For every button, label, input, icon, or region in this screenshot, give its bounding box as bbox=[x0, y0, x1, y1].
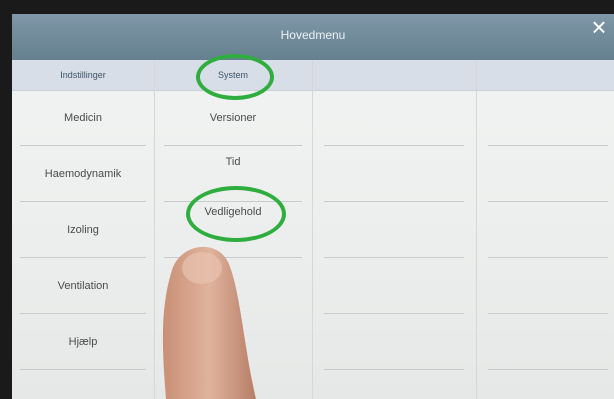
title-bar: Hovedmenu × bbox=[12, 14, 614, 60]
row-divider bbox=[324, 369, 464, 370]
row-divider bbox=[488, 257, 608, 258]
finger-pointer bbox=[162, 246, 256, 399]
menu-item-medicin[interactable]: Medicin bbox=[12, 90, 154, 146]
column-divider bbox=[476, 60, 477, 399]
column-header-settings: Indstillinger bbox=[60, 70, 106, 80]
menu-item-haemodynamik[interactable]: Haemodynamik bbox=[12, 146, 154, 202]
row-divider bbox=[324, 313, 464, 314]
column-divider bbox=[312, 60, 313, 399]
row-divider bbox=[324, 201, 464, 202]
menu-item-izoling[interactable]: Izoling bbox=[12, 202, 154, 258]
highlight-maintenance bbox=[186, 186, 286, 242]
touch-screen: Hovedmenu × Indstillinger System Medicin… bbox=[12, 14, 614, 399]
row-divider bbox=[488, 369, 608, 370]
window-title: Hovedmenu bbox=[280, 28, 346, 42]
row-divider bbox=[488, 313, 608, 314]
column-header-row: Indstillinger System bbox=[12, 60, 614, 91]
menu-item-ventilation[interactable]: Ventilation bbox=[12, 258, 154, 314]
menu-item-help[interactable]: Hjælp bbox=[12, 314, 154, 370]
row-divider bbox=[324, 145, 464, 146]
highlight-system-header bbox=[196, 54, 274, 100]
row-divider bbox=[488, 145, 608, 146]
close-icon[interactable]: × bbox=[588, 14, 610, 44]
row-divider bbox=[488, 201, 608, 202]
row-divider bbox=[324, 257, 464, 258]
device-bezel: Hovedmenu × Indstillinger System Medicin… bbox=[0, 0, 614, 399]
system-item-time[interactable]: Tid bbox=[154, 134, 312, 190]
row-divider bbox=[20, 369, 146, 370]
